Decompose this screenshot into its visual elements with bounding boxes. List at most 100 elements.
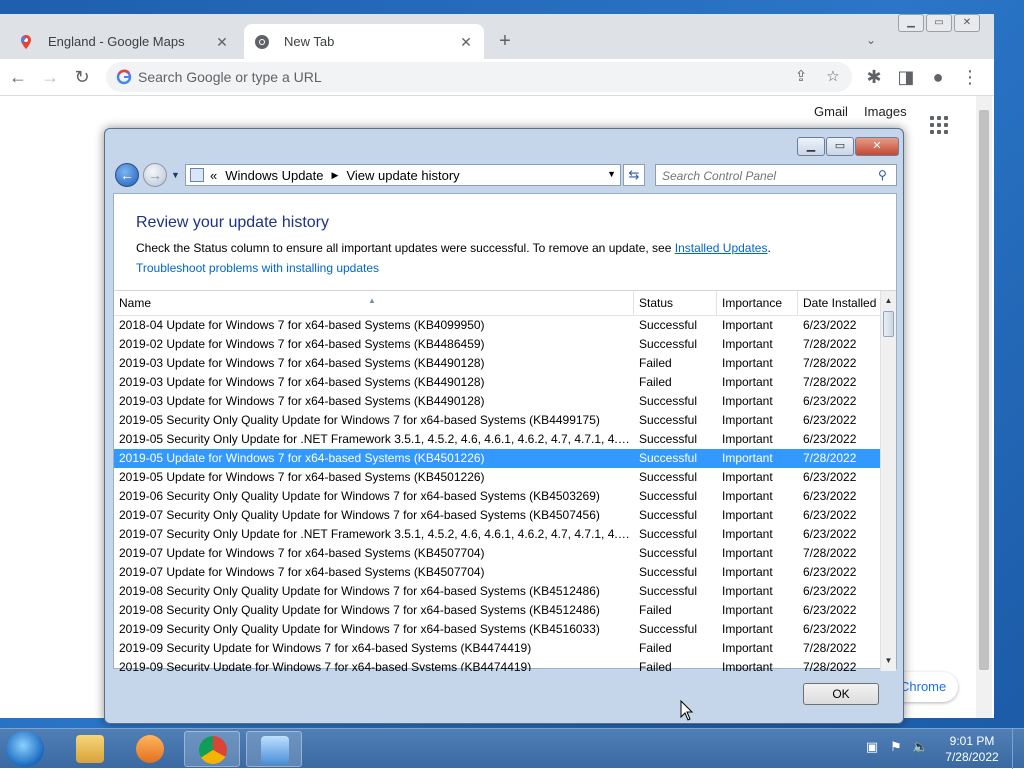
network-icon[interactable]: ▣ — [864, 739, 880, 755]
column-header-name[interactable]: Name ▲ — [114, 291, 634, 315]
table-row[interactable]: 2019-05 Security Only Quality Update for… — [114, 411, 880, 430]
share-icon[interactable]: ⇪ — [792, 68, 810, 86]
address-overflow-icon[interactable]: « — [210, 168, 217, 183]
table-row[interactable]: 2019-03 Update for Windows 7 for x64-bas… — [114, 392, 880, 411]
back-arrow-icon[interactable]: ← — [8, 67, 28, 87]
tab-strip: England - Google Maps ✕ New Tab ✕ + ⌄ ▁ … — [0, 14, 994, 59]
breadcrumb-windows-update[interactable]: Windows Update — [225, 168, 323, 183]
table-row[interactable]: 2019-07 Security Only Update for .NET Fr… — [114, 525, 880, 544]
column-header-importance[interactable]: Importance — [717, 291, 798, 315]
scroll-up-icon[interactable]: ▲ — [881, 293, 896, 309]
side-panel-icon[interactable]: ◨ — [896, 67, 916, 87]
table-row[interactable]: 2019-05 Security Only Update for .NET Fr… — [114, 430, 880, 449]
maximize-button[interactable]: ▭ — [826, 137, 854, 156]
table-row[interactable]: 2019-07 Update for Windows 7 for x64-bas… — [114, 563, 880, 582]
chevron-right-icon[interactable]: ▶ — [332, 170, 339, 181]
importance-cell: Important — [722, 546, 773, 560]
address-dropdown-icon[interactable]: ▼ — [607, 169, 616, 179]
list-scrollbar[interactable]: ▲ ▼ — [880, 291, 896, 671]
page-scrollbar[interactable] — [976, 96, 992, 718]
troubleshoot-link[interactable]: Troubleshoot problems with installing up… — [136, 261, 379, 275]
update-name-cell: 2019-09 Security Only Quality Update for… — [119, 622, 600, 636]
table-row[interactable]: 2019-07 Update for Windows 7 for x64-bas… — [114, 544, 880, 563]
extensions-icon[interactable]: ✱ — [864, 67, 884, 87]
bookmark-star-icon[interactable]: ☆ — [824, 68, 842, 86]
status-cell: Successful — [639, 489, 698, 503]
taskbar-media-player[interactable] — [122, 731, 178, 767]
table-row[interactable]: 2019-09 Security Update for Windows 7 fo… — [114, 658, 880, 671]
chrome-icon — [199, 736, 227, 764]
new-tab-button[interactable]: + — [494, 31, 516, 53]
start-button[interactable] — [6, 731, 44, 767]
action-center-icon[interactable]: ⚑ — [888, 739, 904, 755]
profile-icon[interactable]: ● — [928, 67, 948, 87]
mouse-pointer-icon — [680, 700, 694, 721]
minimize-button[interactable]: ▁ — [898, 14, 924, 32]
table-row[interactable]: 2019-08 Security Only Quality Update for… — [114, 582, 880, 601]
scroll-down-icon[interactable]: ▼ — [881, 653, 896, 669]
close-icon[interactable]: ✕ — [458, 34, 474, 50]
search-icon[interactable]: ⚲ — [878, 168, 892, 182]
table-row[interactable]: 2019-03 Update for Windows 7 for x64-bas… — [114, 373, 880, 392]
maximize-button[interactable]: ▭ — [926, 14, 952, 32]
status-cell: Failed — [639, 641, 672, 655]
table-row[interactable]: 2019-09 Security Only Quality Update for… — [114, 620, 880, 639]
volume-icon[interactable]: 🔈 — [912, 739, 928, 755]
tab-search-icon[interactable]: ⌄ — [866, 33, 884, 51]
column-header-date-installed[interactable]: Date Installed — [798, 291, 880, 315]
date-installed-cell: 7/28/2022 — [803, 660, 857, 671]
omnibox[interactable]: Search Google or type a URL ⇪ ☆ — [106, 62, 852, 92]
search-box[interactable]: ⚲ — [655, 164, 897, 186]
clock[interactable]: 9:01 PM 7/28/2022 — [940, 733, 1004, 765]
taskbar-explorer[interactable] — [62, 731, 118, 767]
date-installed-cell: 7/28/2022 — [803, 546, 857, 560]
update-name-cell: 2018-04 Update for Windows 7 for x64-bas… — [119, 318, 485, 332]
table-row[interactable]: 2019-03 Update for Windows 7 for x64-bas… — [114, 354, 880, 373]
windows-explorer-icon — [76, 735, 104, 763]
close-button[interactable]: ✕ — [954, 14, 980, 32]
tab-google-maps[interactable]: England - Google Maps ✕ — [8, 24, 240, 59]
google-apps-icon[interactable] — [930, 116, 950, 136]
taskbar-chrome[interactable] — [184, 731, 240, 767]
update-name-cell: 2019-05 Security Only Update for .NET Fr… — [119, 432, 634, 446]
forward-arrow-icon[interactable]: → — [40, 67, 60, 87]
description: Check the Status column to ensure all im… — [136, 241, 771, 255]
table-row[interactable]: 2019-06 Security Only Quality Update for… — [114, 487, 880, 506]
scroll-thumb[interactable] — [883, 311, 894, 337]
ok-button[interactable]: OK — [803, 683, 879, 705]
table-row[interactable]: 2019-02 Update for Windows 7 for x64-bas… — [114, 335, 880, 354]
refresh-button[interactable]: ⇆ — [623, 164, 645, 186]
table-row[interactable]: 2018-04 Update for Windows 7 for x64-bas… — [114, 316, 880, 335]
table-row[interactable]: 2019-08 Security Only Quality Update for… — [114, 601, 880, 620]
menu-icon[interactable]: ⋮ — [960, 67, 980, 87]
breadcrumb-view-update-history[interactable]: View update history — [346, 168, 459, 183]
close-icon[interactable]: ✕ — [214, 34, 230, 50]
forward-arrow-icon[interactable]: → — [143, 163, 167, 187]
date-installed-cell: 6/23/2022 — [803, 603, 857, 617]
date-installed-cell: 6/23/2022 — [803, 318, 857, 332]
table-header: Name ▲ Status Importance Date Installed — [114, 291, 880, 316]
tab-new-tab[interactable]: New Tab ✕ — [244, 24, 484, 59]
table-row[interactable]: 2019-05 Update for Windows 7 for x64-bas… — [114, 449, 880, 468]
images-link[interactable]: Images — [864, 104, 907, 119]
gmail-link[interactable]: Gmail — [814, 104, 848, 119]
recent-pages-dropdown-icon[interactable]: ▼ — [171, 170, 180, 180]
table-row[interactable]: 2019-09 Security Update for Windows 7 fo… — [114, 639, 880, 658]
close-button[interactable]: ✕ — [855, 137, 899, 156]
address-bar[interactable]: « Windows Update ▶ View update history ▼ — [185, 164, 621, 186]
show-desktop-button[interactable] — [1012, 729, 1024, 769]
installed-updates-link[interactable]: Installed Updates — [675, 241, 768, 255]
search-input[interactable] — [660, 167, 874, 185]
table-row[interactable]: 2019-07 Security Only Quality Update for… — [114, 506, 880, 525]
sort-ascending-icon: ▲ — [368, 296, 376, 305]
back-arrow-icon[interactable]: ← — [115, 163, 139, 187]
reload-icon[interactable]: ↻ — [72, 67, 92, 87]
status-cell: Successful — [639, 546, 698, 560]
table-row[interactable]: 2019-05 Update for Windows 7 for x64-bas… — [114, 468, 880, 487]
navigation-bar: ← → ▼ « Windows Update ▶ View update his… — [113, 161, 897, 189]
column-header-status[interactable]: Status — [634, 291, 717, 315]
minimize-button[interactable]: ▁ — [797, 137, 825, 156]
status-cell: Successful — [639, 565, 698, 579]
taskbar-control-panel[interactable] — [246, 731, 302, 767]
update-history-content: Review your update history Check the Sta… — [113, 193, 897, 671]
